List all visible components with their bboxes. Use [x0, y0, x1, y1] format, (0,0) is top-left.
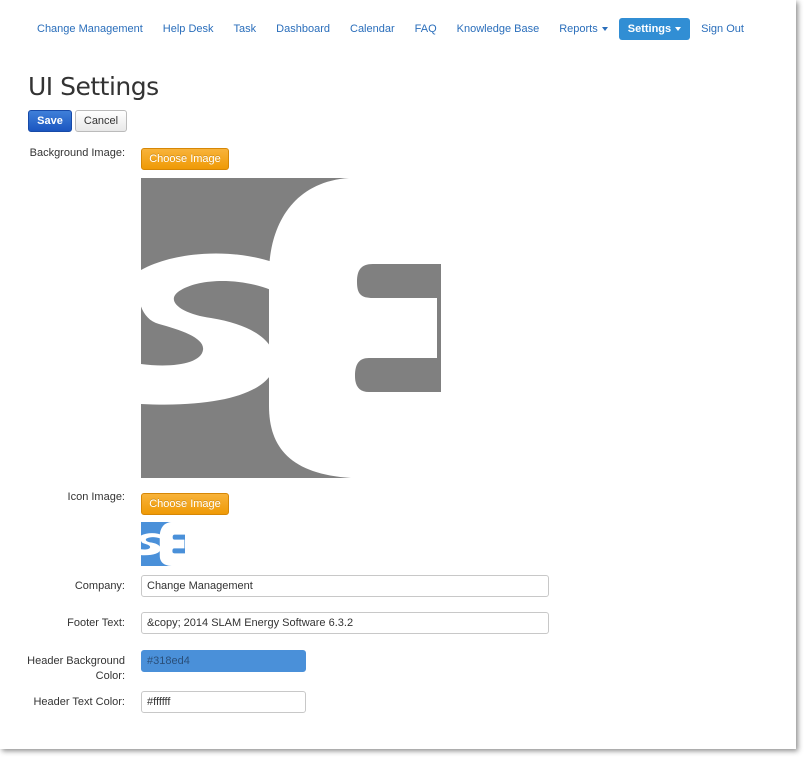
cancel-button[interactable]: Cancel	[75, 110, 127, 132]
icon-image-preview	[141, 522, 185, 566]
nav-task[interactable]: Task	[225, 18, 266, 40]
header-background-color-input[interactable]	[141, 650, 306, 672]
top-nav: Change Management Help Desk Task Dashboa…	[28, 18, 755, 40]
icon-image-label: Icon Image:	[67, 491, 125, 503]
footer-text-label: Footer Text:	[67, 617, 125, 629]
nav-help-desk[interactable]: Help Desk	[154, 18, 223, 40]
choose-icon-image-button[interactable]: Choose Image	[141, 493, 229, 515]
footer-text-input[interactable]	[141, 612, 549, 634]
choose-background-image-button[interactable]: Choose Image	[141, 148, 229, 170]
background-image-preview	[141, 178, 441, 478]
header-background-color-label-line2: Color:	[95, 670, 125, 682]
nav-knowledge-base[interactable]: Knowledge Base	[448, 18, 549, 40]
background-image-label: Background Image:	[29, 147, 125, 159]
nav-dashboard[interactable]: Dashboard	[267, 18, 339, 40]
company-input[interactable]	[141, 575, 549, 597]
nav-sign-out[interactable]: Sign Out	[692, 18, 753, 40]
nav-settings-label: Settings	[627, 23, 672, 35]
caret-down-icon	[601, 27, 608, 32]
header-text-color-label: Header Text Color:	[33, 696, 125, 708]
icon-logo-e-shape	[159, 522, 185, 566]
header-background-color-label: Header Background Color:	[27, 654, 125, 684]
app-window: Change Management Help Desk Task Dashboa…	[0, 0, 796, 749]
company-label: Company:	[74, 580, 125, 592]
header-background-color-label-line1: Header Background	[27, 655, 125, 667]
page-title: UI Settings	[28, 72, 159, 101]
nav-reports-label: Reports	[559, 23, 598, 35]
nav-faq[interactable]: FAQ	[406, 18, 446, 40]
nav-reports[interactable]: Reports	[550, 18, 617, 40]
save-button[interactable]: Save	[28, 110, 72, 132]
nav-calendar[interactable]: Calendar	[341, 18, 404, 40]
caret-down-icon	[675, 27, 682, 32]
nav-change-management[interactable]: Change Management	[28, 18, 152, 40]
logo-e-shape	[269, 178, 441, 478]
header-text-color-input[interactable]	[141, 691, 306, 713]
nav-settings[interactable]: Settings	[618, 18, 691, 40]
